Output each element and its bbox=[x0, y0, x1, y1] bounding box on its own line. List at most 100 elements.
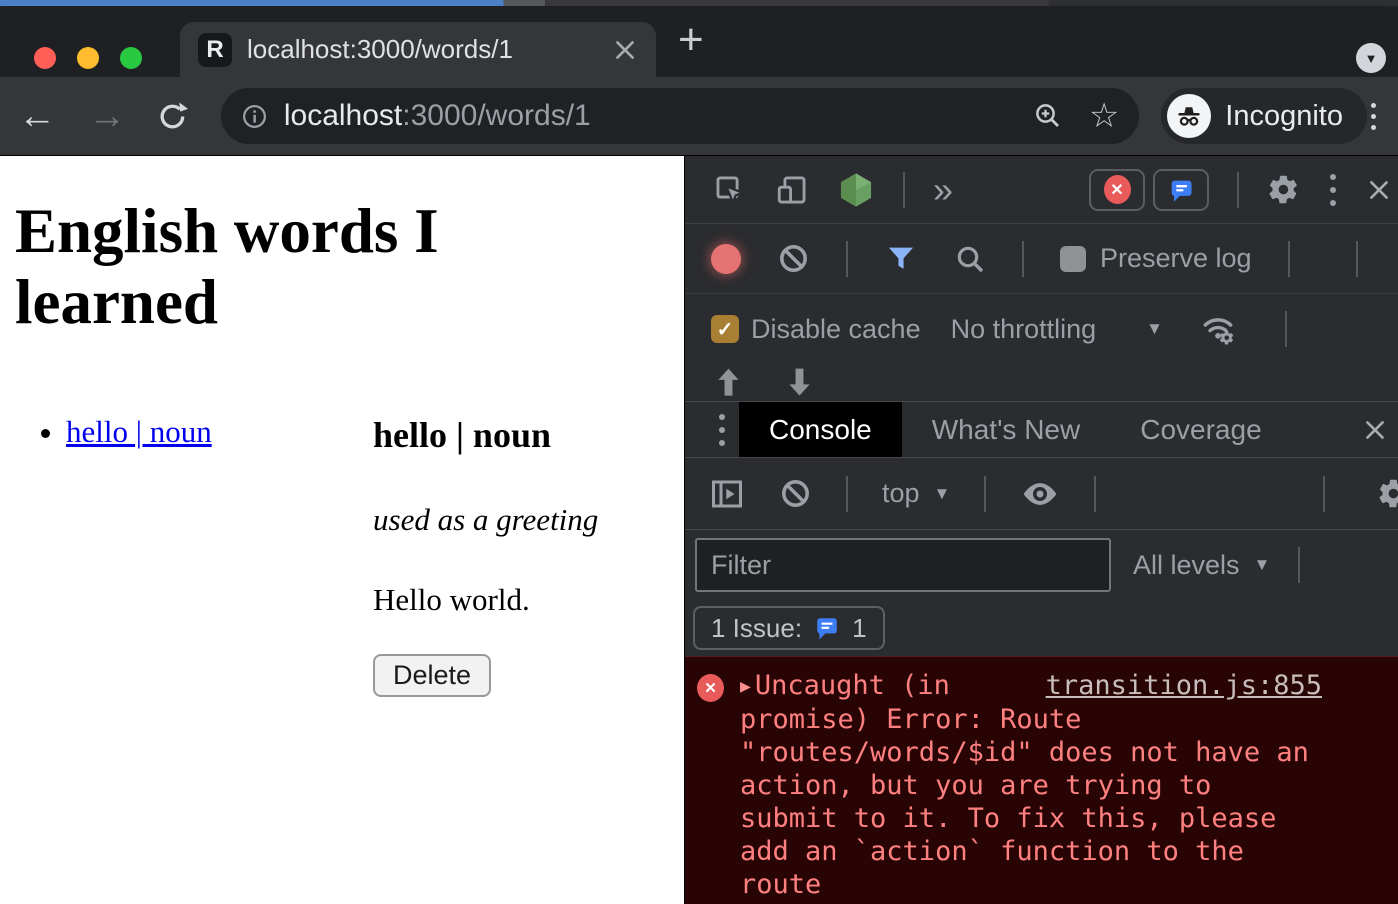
remix-favicon: R bbox=[198, 33, 232, 67]
error-message-text: Uncaught (in promise) Error: Route "rout… bbox=[740, 670, 1309, 900]
tab-console[interactable]: Console bbox=[739, 402, 902, 457]
log-levels-value: All levels bbox=[1133, 550, 1240, 581]
console-sidebar-toggle-icon[interactable] bbox=[709, 476, 745, 512]
incognito-badge: Incognito bbox=[1161, 88, 1367, 144]
clear-network-icon[interactable] bbox=[777, 242, 810, 275]
favicon-letter: R bbox=[206, 36, 223, 64]
live-expression-eye-icon[interactable] bbox=[1020, 474, 1060, 514]
browser-menu-button[interactable] bbox=[1367, 99, 1380, 134]
console-toolbar: top ▼ bbox=[685, 458, 1398, 530]
tab-search-button[interactable]: ▼ bbox=[1356, 43, 1386, 73]
divider bbox=[984, 476, 986, 512]
url-bar[interactable]: localhost:3000/words/1 ☆ bbox=[221, 88, 1139, 144]
console-filter-row: All levels ▼ bbox=[685, 530, 1398, 600]
tab-whats-new[interactable]: What's New bbox=[902, 402, 1111, 457]
preserve-log-label[interactable]: Preserve log bbox=[1100, 243, 1252, 274]
web-page: English words I learned hello | noun hel… bbox=[0, 156, 684, 904]
console-filter-input[interactable] bbox=[695, 538, 1111, 592]
disable-cache-label[interactable]: Disable cache bbox=[751, 314, 921, 345]
expand-triangle-icon[interactable]: ▶ bbox=[740, 670, 751, 703]
divider bbox=[846, 476, 848, 512]
divider bbox=[1323, 476, 1325, 512]
clear-console-icon[interactable] bbox=[779, 477, 812, 510]
devtools-main-toolbar: » ✕ bbox=[685, 156, 1398, 224]
filter-funnel-icon[interactable] bbox=[884, 242, 918, 276]
divider bbox=[903, 172, 905, 208]
url-path: :3000/words/1 bbox=[402, 99, 590, 132]
divider bbox=[1237, 172, 1239, 208]
import-har-up-arrow-icon[interactable] bbox=[715, 364, 742, 398]
preserve-log-checkbox[interactable] bbox=[1060, 246, 1086, 272]
reload-button[interactable] bbox=[156, 100, 189, 133]
tab-coverage[interactable]: Coverage bbox=[1110, 402, 1291, 457]
devtools-panel: » ✕ bbox=[684, 156, 1398, 904]
network-toolbar: Preserve log bbox=[685, 224, 1398, 294]
url-text: localhost:3000/words/1 bbox=[284, 99, 1033, 133]
disable-cache-checkbox[interactable]: ✓ bbox=[711, 315, 739, 343]
console-settings-gear-icon[interactable] bbox=[1377, 477, 1398, 510]
browser-window: R localhost:3000/words/1 + ▼ ← → bbox=[0, 6, 1398, 904]
issues-button[interactable] bbox=[1153, 169, 1209, 211]
word-link[interactable]: hello | noun bbox=[66, 414, 212, 449]
issues-counter-button[interactable]: 1 Issue: 1 bbox=[693, 606, 885, 650]
back-button[interactable]: ← bbox=[18, 97, 56, 135]
network-search-icon[interactable] bbox=[954, 243, 986, 275]
zoom-icon[interactable] bbox=[1033, 101, 1063, 131]
chevron-down-icon: ▼ bbox=[1365, 51, 1378, 66]
log-levels-select[interactable]: All levels ▼ bbox=[1133, 550, 1270, 581]
devtools-menu-icon[interactable] bbox=[1328, 170, 1338, 210]
screen: R localhost:3000/words/1 + ▼ ← → bbox=[0, 0, 1398, 904]
word-example: Hello world. bbox=[373, 582, 598, 618]
network-conditions-icon[interactable] bbox=[1199, 310, 1237, 348]
tab-title: localhost:3000/words/1 bbox=[247, 34, 612, 65]
export-har-down-arrow-icon[interactable] bbox=[786, 364, 813, 398]
tab-close-icon[interactable] bbox=[612, 37, 638, 63]
issues-chat-icon bbox=[1167, 176, 1195, 204]
divider bbox=[1298, 547, 1300, 583]
throttling-dropdown-icon[interactable]: ▼ bbox=[1146, 319, 1163, 339]
page-title: English words I learned bbox=[15, 196, 555, 338]
drawer-menu-icon[interactable] bbox=[709, 410, 735, 450]
error-message-block: transition.js:855 ▶Uncaught (in promise)… bbox=[740, 669, 1322, 901]
network-conditions-row: ✓ Disable cache No throttling ▼ bbox=[685, 294, 1398, 364]
inspect-element-icon[interactable] bbox=[713, 173, 747, 207]
error-icon: ✕ bbox=[697, 674, 724, 702]
browser-tab[interactable]: R localhost:3000/words/1 bbox=[180, 22, 656, 77]
delete-button[interactable]: Delete bbox=[373, 654, 491, 697]
divider bbox=[1288, 241, 1290, 277]
record-network-log-button[interactable] bbox=[711, 244, 741, 274]
device-toolbar-icon[interactable] bbox=[775, 173, 809, 207]
forward-button[interactable]: → bbox=[88, 97, 126, 135]
node-devtools-icon[interactable] bbox=[837, 171, 875, 209]
divider bbox=[1285, 311, 1287, 347]
incognito-label: Incognito bbox=[1225, 100, 1343, 133]
word-definition: used as a greeting bbox=[373, 502, 598, 538]
content-area: English words I learned hello | noun hel… bbox=[0, 155, 1398, 904]
har-buttons-row bbox=[685, 364, 1398, 401]
tab-strip: R localhost:3000/words/1 + ▼ bbox=[0, 6, 1398, 77]
error-source-link[interactable]: transition.js:855 bbox=[1046, 669, 1322, 702]
window-zoom-button[interactable] bbox=[120, 47, 142, 69]
more-panels-icon[interactable]: » bbox=[933, 172, 953, 208]
chevron-down-icon: ▼ bbox=[934, 484, 951, 504]
word-term: hello | noun bbox=[373, 414, 598, 456]
devtools-close-icon[interactable] bbox=[1366, 177, 1392, 203]
incognito-icon bbox=[1167, 94, 1211, 138]
drawer-close-icon[interactable] bbox=[1362, 417, 1388, 443]
divider bbox=[846, 241, 848, 277]
url-host: localhost bbox=[284, 99, 402, 132]
window-close-button[interactable] bbox=[34, 47, 56, 69]
console-error-entry[interactable]: ✕ transition.js:855 ▶Uncaught (in promis… bbox=[685, 656, 1398, 904]
new-tab-button[interactable]: + bbox=[678, 18, 704, 62]
throttling-select[interactable]: No throttling bbox=[951, 314, 1097, 345]
drawer-tab-bar: Console What's New Coverage bbox=[685, 401, 1398, 458]
console-context-value: top bbox=[882, 478, 920, 509]
bookmark-star-icon[interactable]: ☆ bbox=[1089, 96, 1119, 136]
settings-gear-icon[interactable] bbox=[1267, 173, 1300, 206]
divider bbox=[1022, 241, 1024, 277]
window-minimize-button[interactable] bbox=[77, 47, 99, 69]
error-count-button[interactable]: ✕ bbox=[1089, 169, 1145, 211]
divider bbox=[1356, 241, 1358, 277]
site-info-icon[interactable] bbox=[241, 103, 268, 130]
console-context-select[interactable]: top ▼ bbox=[882, 478, 950, 509]
